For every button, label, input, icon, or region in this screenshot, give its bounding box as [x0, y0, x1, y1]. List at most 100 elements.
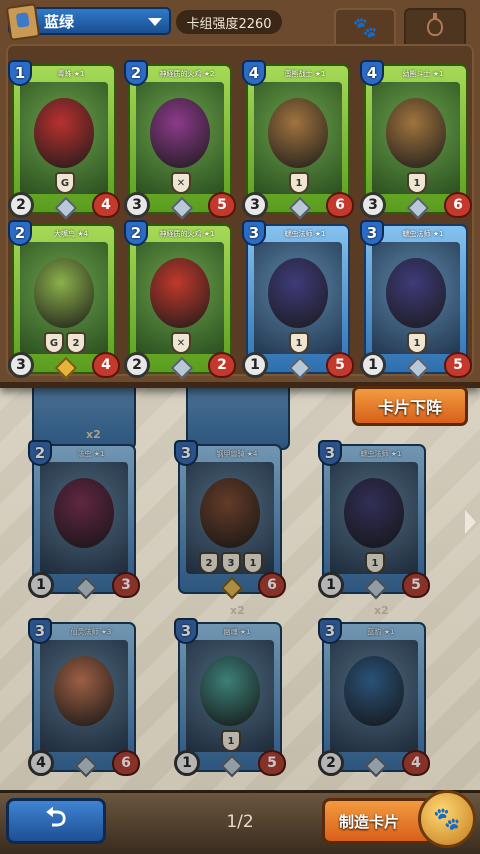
card-health: 4 [92, 352, 120, 378]
card[interactable]: 神経质的火鸡 ★1 2 2 2 ✕ [124, 220, 236, 380]
potion-icon [427, 13, 443, 36]
card-attack: 4 [28, 750, 54, 776]
card-attack: 2 [8, 192, 34, 218]
ability-icon: 1 [289, 172, 309, 194]
card-cost: 2 [124, 220, 148, 246]
card-copies-count: x2 [86, 428, 101, 441]
deck-strength: 卡组强度2260 [176, 10, 282, 34]
paw-icon: 🐾 [352, 15, 378, 39]
creature-illustration [150, 98, 210, 168]
deck-avatar-icon [5, 3, 41, 41]
deck-name: 蓝绿 [44, 12, 75, 31]
back-button[interactable]: ⮌ [6, 798, 106, 844]
card-cost: 3 [174, 618, 198, 644]
card-health: 6 [444, 192, 472, 218]
deck-selector[interactable]: 蓝绿 [5, 3, 171, 41]
card-health: 6 [112, 750, 140, 776]
card[interactable]: 蠕虫法师 ★1 3 1 5 1 [242, 220, 354, 380]
creature-illustration [268, 258, 328, 328]
card-cost: 3 [174, 440, 198, 466]
ability-icon: 1 [243, 552, 263, 574]
card-name: 蛮熊战士 ★1 [284, 70, 326, 78]
creature-illustration [268, 98, 328, 168]
card-attack: 2 [318, 750, 344, 776]
card-cost: 2 [124, 60, 148, 86]
card-cost: 3 [318, 440, 342, 466]
creature-illustration [54, 656, 114, 726]
ability-icon: 3 [221, 552, 241, 574]
card-cost: 3 [242, 220, 266, 246]
card-attack: 1 [360, 352, 386, 378]
card-name: 大嘴鸟 ★4 [54, 230, 88, 238]
card-health: 5 [258, 750, 286, 776]
card[interactable]: 蠕虫法师 ★1 3 1 5 1 [318, 440, 430, 600]
ability-icon: 1 [407, 332, 427, 354]
card-health: 6 [326, 192, 354, 218]
card[interactable]: 蓝豹 ★1 3 2 4 [318, 618, 430, 778]
card-health: 5 [208, 192, 236, 218]
next-page-arrow-icon[interactable] [465, 510, 476, 534]
card-attack: 1 [318, 572, 344, 598]
paw-icon: 🐾 [433, 806, 461, 832]
tab-creatures[interactable]: 🐾 [334, 8, 396, 44]
card-attack: 1 [174, 750, 200, 776]
ability-icon: G [44, 332, 64, 354]
card[interactable]: 蛮熊战士 ★1 4 3 6 1 [242, 60, 354, 220]
creature-illustration [150, 258, 210, 328]
card-cost: 3 [318, 618, 342, 644]
creature-illustration [200, 656, 260, 726]
card-attack: 3 [242, 192, 268, 218]
card[interactable]: 蠕虫法师 ★1 3 1 5 1 [360, 220, 472, 380]
chevron-down-icon [148, 18, 162, 26]
card-health: 4 [92, 192, 120, 218]
card-name: 蓝豹 ★1 [367, 628, 395, 636]
card-copies-count: x2 [230, 604, 245, 617]
card-attack: 1 [242, 352, 268, 378]
card-health: 3 [112, 572, 140, 598]
card-name: 幼熊斗士 ★1 [402, 70, 444, 78]
card[interactable]: 大嘴鸟 ★4 2 3 4 G 2 [8, 220, 120, 380]
card-health: 5 [326, 352, 354, 378]
card-name: 钢甲兽骑 ★4 [216, 450, 258, 458]
card[interactable]: 法虫 ★1 2 1 3 [28, 440, 140, 600]
card-copies-count: x2 [374, 604, 389, 617]
card-name: 蠕虫法师 ★1 [402, 230, 444, 238]
ability-icon: G [55, 172, 75, 194]
card[interactable]: 钢甲兽骑 ★4 3 6 2 3 1 [174, 440, 286, 600]
card-name: 法虫 ★1 [77, 450, 105, 458]
card[interactable]: 毒蛛 ★1 1 2 4 G [8, 60, 120, 220]
card-health: 5 [444, 352, 472, 378]
craft-badge-icon[interactable]: 🐾 [418, 790, 476, 848]
retire-card-button[interactable]: 卡片下阵 [352, 386, 468, 426]
ability-icon: 1 [221, 730, 241, 752]
ability-icon: ✕ [171, 332, 191, 354]
card-art [40, 640, 128, 752]
card-health: 5 [402, 572, 430, 598]
card-attack: 2 [124, 352, 150, 378]
tab-spells[interactable] [404, 8, 466, 44]
card-cost: 4 [242, 60, 266, 86]
page-indicator: 1/2 [226, 812, 254, 832]
card-name: 蠕虫法师 ★1 [360, 450, 402, 458]
card[interactable]: 神経质的火鸡 ★2 2 3 5 ✕ [124, 60, 236, 220]
card-cost: 3 [360, 220, 384, 246]
ability-icon: 1 [407, 172, 427, 194]
card-name: 幽魂 ★1 [223, 628, 251, 636]
card-name: 蠕虫法师 ★1 [284, 230, 326, 238]
ability-icon: 1 [289, 332, 309, 354]
card-cost: 1 [8, 60, 32, 86]
card-name: 毒蛛 ★1 [57, 70, 85, 78]
card-health: 2 [208, 352, 236, 378]
card-name: 神経质的火鸡 ★2 [159, 70, 215, 78]
creature-illustration [386, 258, 446, 328]
card-attack: 3 [360, 192, 386, 218]
creature-illustration [344, 478, 404, 548]
card-art [330, 640, 418, 752]
creature-illustration [34, 98, 94, 168]
card[interactable]: 幽魂 ★1 3 1 5 1 [174, 618, 286, 778]
card[interactable]: 仙灵法师 ★3 3 4 6 [28, 618, 140, 778]
card-attack: 3 [8, 352, 34, 378]
card[interactable]: 幼熊斗士 ★1 4 3 6 1 [360, 60, 472, 220]
back-arrow-icon: ⮌ [45, 803, 67, 833]
ability-icon: ✕ [171, 172, 191, 194]
